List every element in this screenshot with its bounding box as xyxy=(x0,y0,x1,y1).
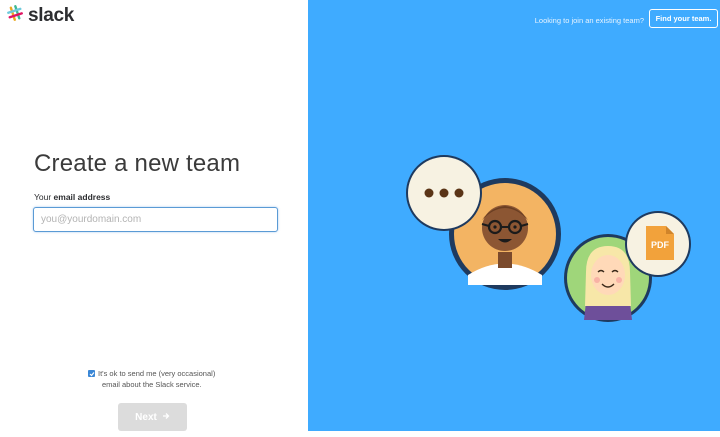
consent-text-line1: It's ok to send me (very occasional) xyxy=(98,369,216,378)
next-button[interactable]: Next xyxy=(118,403,187,431)
illustration-panel: PDF xyxy=(308,0,720,437)
find-your-team-button[interactable]: Find your team. xyxy=(649,9,718,28)
pdf-badge-text: PDF xyxy=(651,240,670,250)
page-title: Create a new team xyxy=(34,150,241,177)
brand-name: slack xyxy=(28,4,75,26)
pdf-file-icon: PDF xyxy=(625,211,691,277)
arrow-right-icon xyxy=(162,412,170,423)
bottom-strip xyxy=(0,431,720,437)
slack-logo[interactable]: slack xyxy=(6,4,74,27)
slack-hash-logo-icon xyxy=(6,4,24,27)
email-label-bold: email address xyxy=(53,192,111,202)
email-label-prefix: Your xyxy=(34,192,54,202)
consent-checkbox[interactable] xyxy=(88,370,95,377)
checkmark-icon xyxy=(89,371,94,376)
signup-panel: slack Create a new team Your email addre… xyxy=(0,0,308,437)
join-prompt: Looking to join an existing team? xyxy=(534,16,644,25)
email-label: Your email address xyxy=(34,192,110,202)
email-field[interactable] xyxy=(33,207,278,232)
ellipsis-speech-bubble-icon xyxy=(406,155,482,231)
team-illustration: PDF xyxy=(406,155,691,322)
next-button-label: Next xyxy=(135,411,157,423)
consent-text-line2: email about the Slack service. xyxy=(102,380,202,389)
